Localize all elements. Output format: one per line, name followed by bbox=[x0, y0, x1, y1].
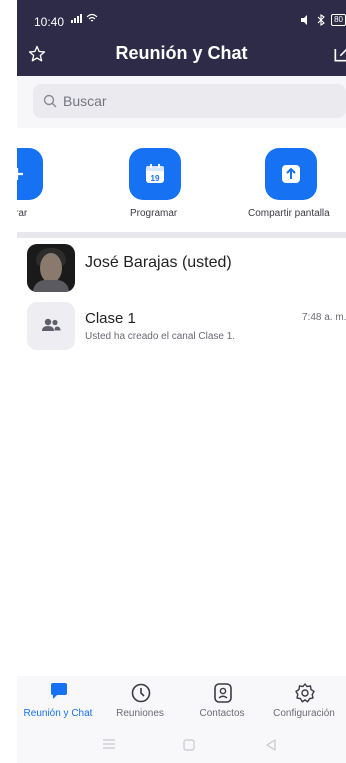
clock-icon bbox=[131, 683, 151, 703]
list-item-self[interactable]: José Barajas (usted) bbox=[17, 240, 346, 295]
tab-label: Reuniones bbox=[116, 708, 164, 719]
schedule-label: Programar bbox=[130, 208, 178, 219]
tab-contacts[interactable]: Contactos bbox=[181, 676, 263, 728]
tab-label: Contactos bbox=[199, 708, 245, 719]
channel-avatar bbox=[27, 302, 75, 350]
mute-icon bbox=[301, 15, 308, 25]
compose-icon[interactable] bbox=[332, 44, 346, 64]
signal-icon bbox=[71, 13, 98, 23]
self-name: José Barajas (usted) bbox=[85, 254, 232, 271]
search-placeholder: Buscar bbox=[63, 93, 107, 109]
search-icon bbox=[43, 94, 57, 108]
app-screen: 10:40 80 Reunión y Chat Buscar ar 19 Pro… bbox=[17, 0, 346, 763]
group-icon bbox=[42, 318, 61, 331]
channel-subtitle: Usted ha creado el canal Clase 1. bbox=[85, 331, 236, 342]
tab-bar: Reunión y Chat Reuniones Contactos Confi… bbox=[17, 676, 346, 728]
menu-icon[interactable] bbox=[101, 738, 117, 750]
avatar bbox=[27, 244, 75, 292]
tab-meetings[interactable]: Reuniones bbox=[99, 676, 181, 728]
join-label: Entrar bbox=[17, 208, 28, 219]
home-icon[interactable] bbox=[182, 738, 196, 752]
tab-meeting-chat[interactable]: Reunión y Chat bbox=[17, 676, 99, 728]
channel-name: Clase 1 bbox=[85, 310, 136, 327]
status-bar: 10:40 80 bbox=[17, 10, 346, 32]
back-icon[interactable] bbox=[264, 738, 278, 752]
calendar-icon: 19 bbox=[146, 164, 164, 183]
battery-icon: 80 bbox=[331, 14, 346, 26]
contacts-icon bbox=[214, 683, 232, 703]
system-nav-bar bbox=[17, 728, 346, 763]
join-button[interactable] bbox=[17, 148, 43, 200]
wifi-icon bbox=[86, 13, 98, 22]
page-title: Reunión y Chat bbox=[115, 43, 248, 63]
list-item-channel[interactable]: Clase 1 Usted ha creado el canal Clase 1… bbox=[17, 298, 346, 354]
status-time: 10:40 bbox=[34, 15, 65, 29]
calendar-day: 19 bbox=[151, 174, 160, 183]
search-input[interactable]: Buscar bbox=[33, 84, 346, 118]
share-screen-button[interactable] bbox=[265, 148, 317, 200]
tab-label: Reunión y Chat bbox=[23, 708, 93, 719]
bluetooth-icon bbox=[317, 14, 325, 26]
channel-time: 7:48 a. m. bbox=[302, 312, 346, 323]
header-bar: 10:40 80 Reunión y Chat bbox=[17, 0, 346, 76]
tab-label: Configuración bbox=[273, 708, 335, 719]
action-bar: Entrar 19 Programar Compartir pantalla bbox=[17, 128, 346, 232]
share-screen-label: Compartir pantalla bbox=[248, 208, 330, 219]
plus-icon bbox=[17, 168, 23, 180]
search-area: Buscar bbox=[17, 76, 346, 128]
section-divider bbox=[17, 232, 346, 238]
tab-settings[interactable]: Configuración bbox=[263, 676, 345, 728]
schedule-button[interactable]: 19 bbox=[129, 148, 181, 200]
gear-icon bbox=[295, 683, 315, 703]
share-screen-icon bbox=[282, 165, 300, 183]
chat-icon bbox=[51, 683, 67, 699]
